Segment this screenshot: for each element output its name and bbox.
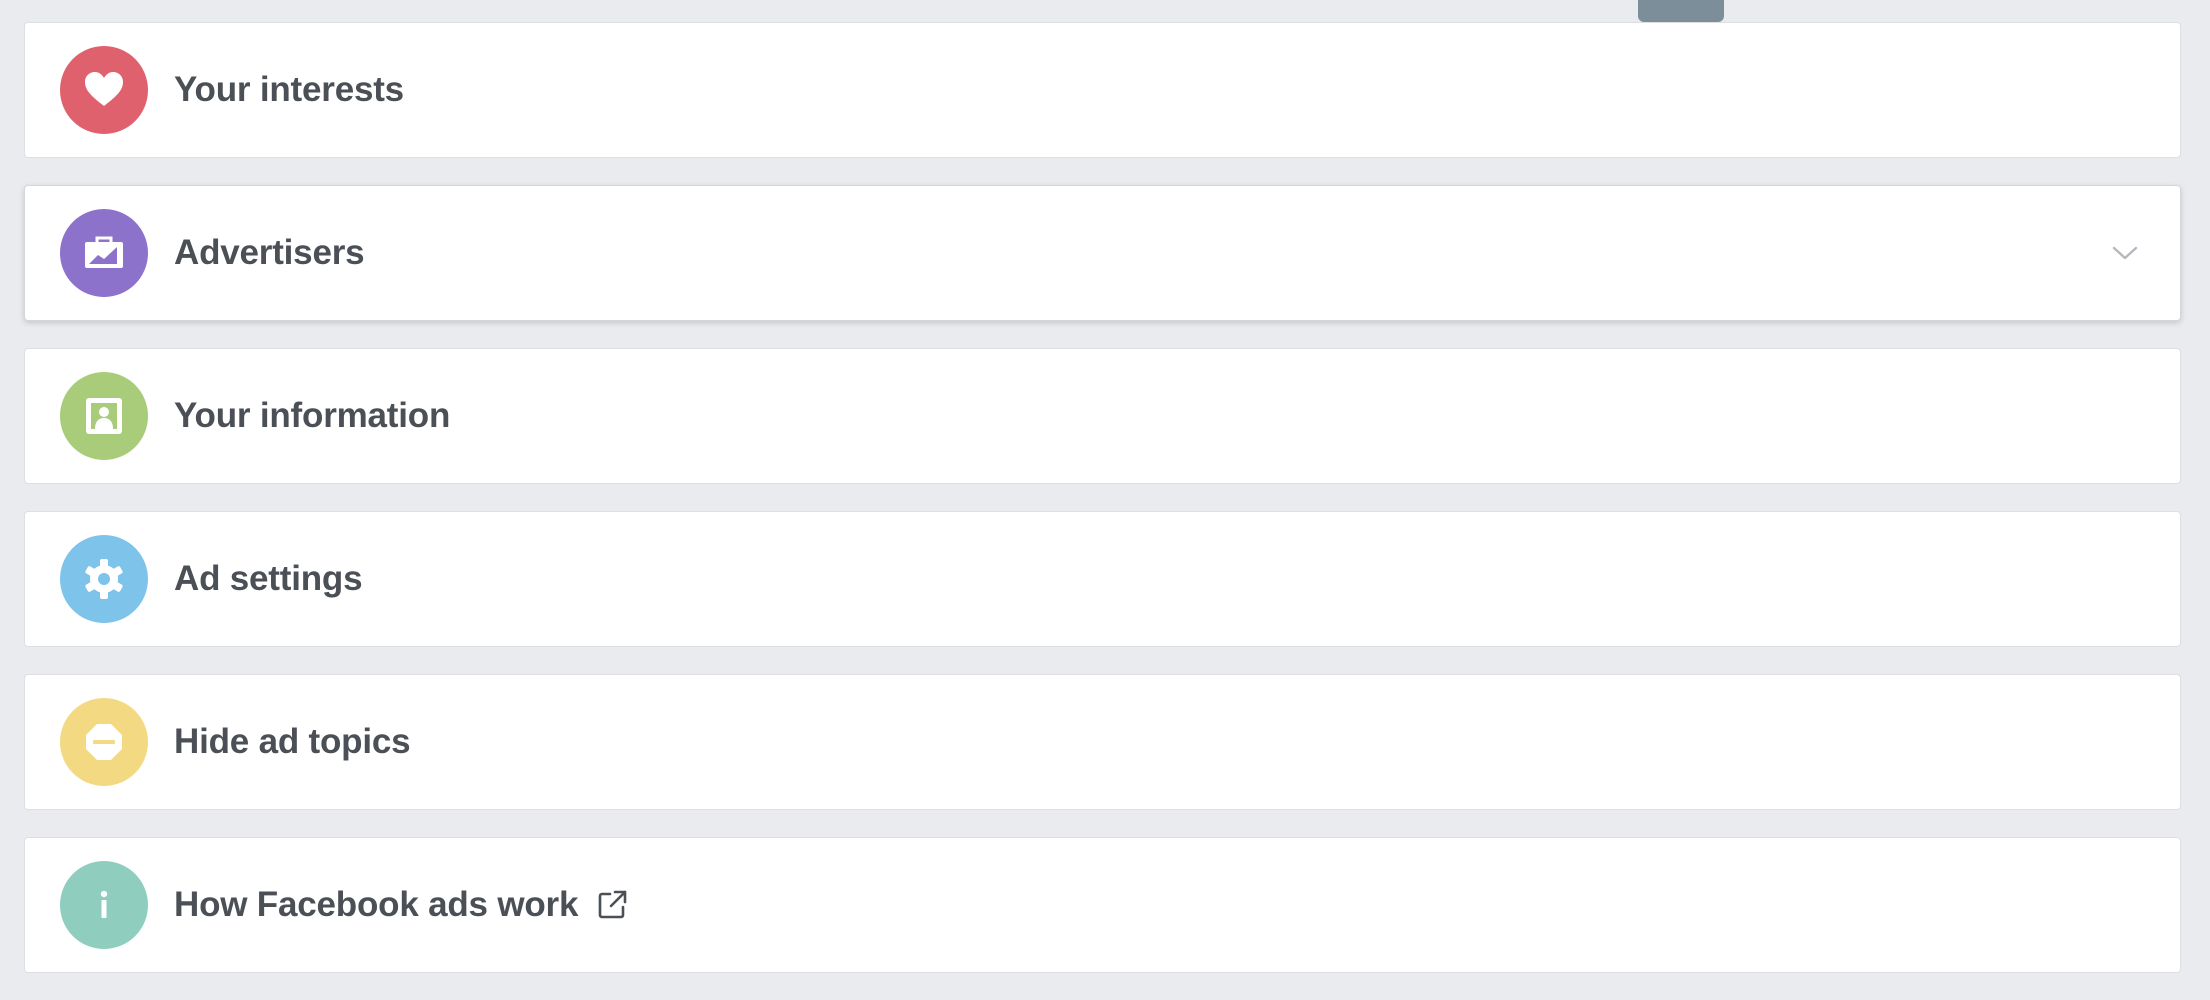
briefcase-icon: [60, 209, 148, 297]
section-label: Advertisers: [174, 233, 365, 272]
ad-preferences-list: Your interests Advertisers Your informat…: [24, 22, 2181, 1000]
chevron-down-icon[interactable]: [2110, 241, 2140, 265]
section-label: Your interests: [174, 70, 404, 109]
profile-card-icon: [60, 372, 148, 460]
section-your-interests[interactable]: Your interests: [24, 22, 2181, 158]
section-how-facebook-ads-work[interactable]: How Facebook ads work: [24, 837, 2181, 973]
section-label: Your information: [174, 396, 451, 435]
section-label: Hide ad topics: [174, 722, 411, 761]
gear-icon: [60, 535, 148, 623]
section-label: Ad settings: [174, 559, 363, 598]
section-label: How Facebook ads work: [174, 885, 579, 924]
section-advertisers[interactable]: Advertisers: [24, 185, 2181, 321]
section-hide-ad-topics[interactable]: Hide ad topics: [24, 674, 2181, 810]
section-ad-settings[interactable]: Ad settings: [24, 511, 2181, 647]
section-your-information[interactable]: Your information: [24, 348, 2181, 484]
external-link-icon: [594, 887, 630, 923]
info-icon: [60, 861, 148, 949]
heart-icon: [60, 46, 148, 134]
no-entry-icon: [60, 698, 148, 786]
top-tab: [1638, 0, 1724, 22]
